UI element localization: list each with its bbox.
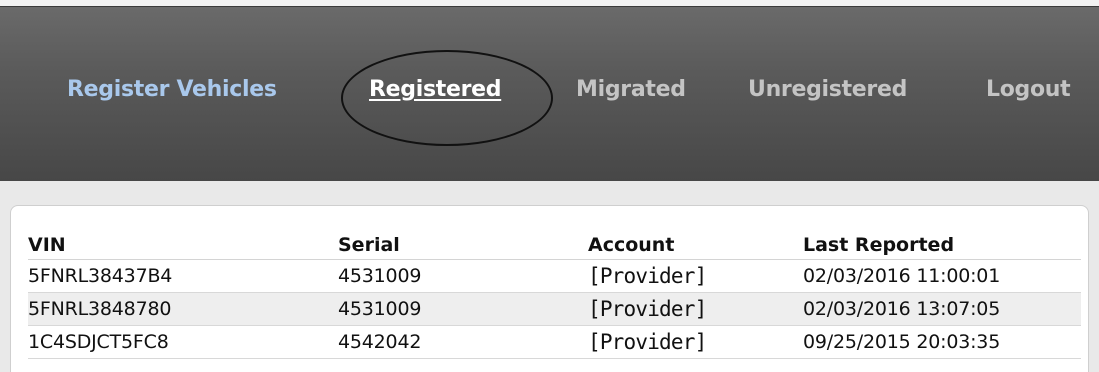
column-header-vin[interactable]: VIN [28, 226, 338, 260]
table-row[interactable]: 5FNRL3848780 4531009 [Provider] 02/03/20… [28, 292, 1081, 325]
cell-serial: 4531009 [338, 297, 422, 320]
cell-last-reported: 02/03/2016 13:07:05 [803, 297, 1001, 320]
navigation-bar: Register Vehicles Registered Migrated Un… [0, 6, 1099, 181]
cell-account: [Provider] [588, 263, 707, 288]
cell-serial: 4531009 [338, 264, 422, 287]
cell-serial: 4542042 [338, 330, 422, 353]
column-header-serial[interactable]: Serial [338, 226, 588, 260]
nav-registered[interactable]: Registered [369, 77, 502, 102]
nav-unregistered[interactable]: Unregistered [748, 77, 907, 102]
nav-register-vehicles[interactable]: Register Vehicles [67, 77, 277, 102]
column-header-last-reported[interactable]: Last Reported [803, 226, 1081, 260]
cell-account: [Provider] [588, 329, 707, 354]
column-header-account[interactable]: Account [588, 226, 803, 260]
cell-account: [Provider] [588, 296, 707, 321]
table-header-row: VIN Serial Account Last Reported [28, 226, 1081, 260]
cell-vin: 5FNRL3848780 [28, 297, 172, 320]
nav-migrated[interactable]: Migrated [576, 77, 686, 102]
cell-last-reported: 09/25/2015 20:03:35 [803, 330, 1001, 353]
registered-vehicles-table: VIN Serial Account Last Reported 5FNRL38… [28, 226, 1081, 359]
table-row[interactable]: 5FNRL38437B4 4531009 [Provider] 02/03/20… [28, 259, 1081, 292]
vehicles-panel: VIN Serial Account Last Reported 5FNRL38… [10, 205, 1089, 372]
cell-vin: 1C4SDJCT5FC8 [28, 330, 169, 353]
cell-last-reported: 02/03/2016 11:00:01 [803, 264, 1001, 287]
nav-logout[interactable]: Logout [986, 77, 1071, 102]
table-row[interactable]: 1C4SDJCT5FC8 4542042 [Provider] 09/25/20… [28, 325, 1081, 358]
cell-vin: 5FNRL38437B4 [28, 264, 173, 287]
